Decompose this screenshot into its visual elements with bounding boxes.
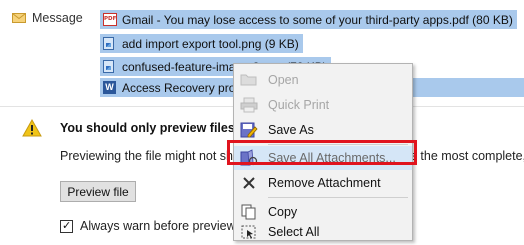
pdf-file-icon: PDF xyxy=(103,12,117,27)
copy-icon xyxy=(238,201,260,223)
warning-icon xyxy=(22,119,42,137)
remove-x-icon xyxy=(238,172,260,194)
message-label: Message xyxy=(32,11,83,25)
warning-body-continued: e the most complete, xyxy=(410,149,524,163)
highlight-callout-box xyxy=(227,140,417,165)
menu-separator xyxy=(268,197,408,198)
envelope-icon xyxy=(12,13,26,23)
attachment-name: Gmail - You may lose access to some of y… xyxy=(122,12,513,27)
menu-label: Select All xyxy=(268,225,320,239)
menu-item-save-as[interactable]: Save As xyxy=(234,118,412,142)
printer-icon xyxy=(238,94,260,116)
attachment-png-1[interactable]: add import export tool.png (9 KB) xyxy=(100,34,303,53)
attachment-name: add import export tool.png (9 KB) xyxy=(122,36,299,51)
menu-item-quick-print[interactable]: Quick Print xyxy=(234,93,412,117)
menu-item-copy[interactable]: Copy xyxy=(234,200,412,224)
menu-item-select-all[interactable]: Select All xyxy=(234,224,412,240)
warning-body: Previewing the file might not sho xyxy=(60,149,240,163)
menu-label: Open xyxy=(268,73,299,87)
open-folder-icon xyxy=(238,69,260,91)
word-file-icon: W xyxy=(103,80,117,95)
menu-item-remove-attachment[interactable]: Remove Attachment xyxy=(234,171,412,195)
attachment-pdf[interactable]: PDF Gmail - You may lose access to some … xyxy=(100,10,517,29)
attachment-name: Access Recovery produ xyxy=(122,80,249,95)
menu-label: Save As xyxy=(268,123,314,137)
select-all-icon xyxy=(238,224,260,240)
menu-item-open[interactable]: Open xyxy=(234,68,412,92)
save-as-icon xyxy=(238,119,260,141)
image-file-icon xyxy=(103,36,117,51)
image-file-icon xyxy=(103,59,117,74)
menu-label: Remove Attachment xyxy=(268,176,381,190)
preview-file-button[interactable]: Preview file xyxy=(60,181,136,202)
menu-label: Quick Print xyxy=(268,98,330,112)
always-warn-label: Always warn before previewin xyxy=(80,219,246,233)
menu-label: Copy xyxy=(268,205,298,219)
warning-title: You should only preview files fro xyxy=(60,121,255,135)
checkmark-icon: ✓ xyxy=(62,220,72,232)
